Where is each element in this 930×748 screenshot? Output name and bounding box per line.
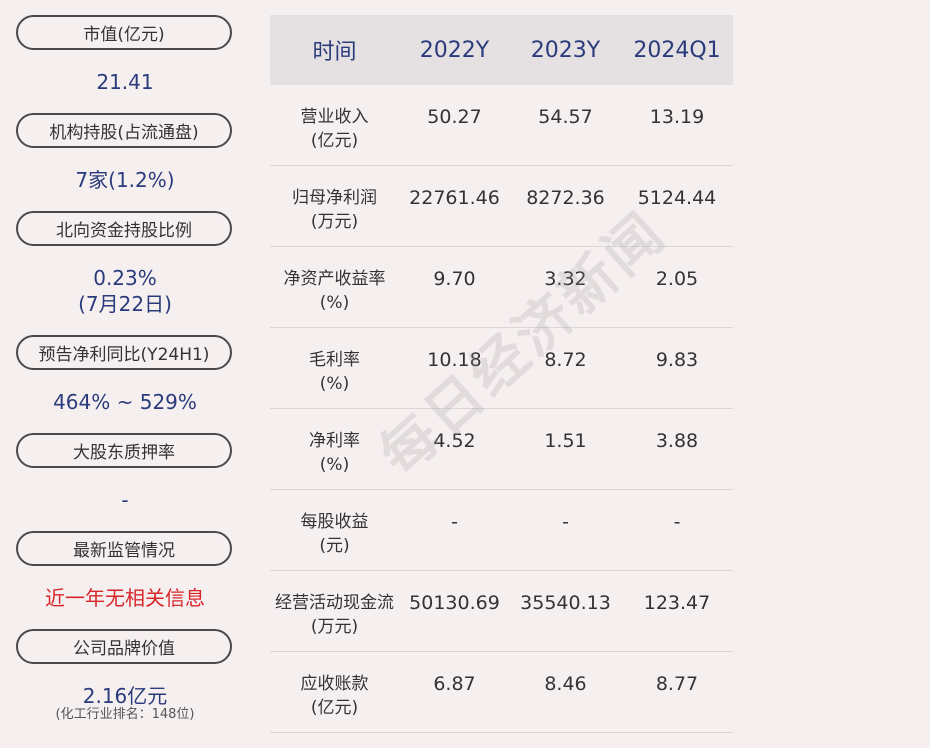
left-panel: 市值(亿元) 21.41 机构持股(占流通盘) 7家(1.2%) 北向资金持股比…: [0, 0, 250, 748]
table-row: 归母净利润 (万元) 22761.46 8272.36 5124.44: [270, 166, 733, 247]
row-label-unit: (亿元): [310, 131, 359, 151]
market-cap-pill: 市值(亿元): [16, 15, 232, 50]
row-label-name: 经营活动现金流: [275, 593, 394, 613]
row-label-unit: (元): [319, 536, 350, 556]
table-cell: 10.18: [427, 349, 482, 371]
row-label-unit: (亿元): [310, 698, 359, 718]
table-row: 经营活动现金流 (万元) 50130.69 35540.13 123.47: [270, 571, 733, 652]
row-label-name: 归母净利润: [292, 188, 377, 208]
northbound-pill: 北向资金持股比例: [16, 211, 232, 246]
table-cell: 1.51: [544, 430, 587, 452]
regulation-pill: 最新监管情况: [16, 531, 232, 566]
table-cell: -: [673, 511, 681, 533]
table-row: 毛利率 (%) 10.18 8.72 9.83: [270, 328, 733, 409]
table-cell: 4.52: [433, 430, 476, 452]
financial-table: 时间 2022Y 2023Y 2024Q1 营业收入 (亿元) 50.27 54.57…: [270, 15, 733, 733]
table-cell: 35540.13: [520, 592, 611, 614]
row-label-unit: (万元): [310, 617, 359, 637]
row-label: 毛利率 (%): [270, 328, 399, 396]
table-row: 应收账款 (亿元) 6.87 8.46 8.77: [270, 652, 733, 733]
brand-value-pill: 公司品牌价值: [16, 629, 232, 664]
table-cell: 2.05: [655, 268, 699, 290]
table-body: 营业收入 (亿元) 50.27 54.57 13.19 归母净利润 (万元) 22761.46…: [270, 85, 733, 733]
profit-forecast-pill: 预告净利同比(Y24H1): [16, 335, 232, 370]
institution-holding-pill: 机构持股(占流通盘): [16, 113, 232, 148]
brand-value-value: 2.16亿元: [82, 684, 168, 708]
row-label-unit: (%): [319, 455, 350, 475]
header-2024q1: 2024Q1: [633, 37, 721, 63]
table-cell: 50.27: [427, 106, 482, 128]
header-time: 时间: [312, 40, 357, 65]
table-cell: 13.19: [649, 106, 705, 128]
table-cell: 123.47: [643, 592, 711, 614]
row-label-name: 营业收入: [300, 107, 369, 127]
header-2023y: 2023Y: [530, 37, 601, 63]
regulation-value: 近一年无相关信息: [45, 586, 205, 610]
profit-forecast-value: 464% ~ 529%: [53, 390, 197, 414]
row-label-name: 每股收益: [300, 512, 369, 532]
table-cell: 8.77: [655, 673, 699, 695]
row-label-name: 净资产收益率: [283, 269, 386, 289]
row-label: 应收账款 (亿元): [270, 652, 399, 720]
row-label-name: 毛利率: [309, 350, 360, 370]
table-cell: 8.72: [544, 349, 587, 371]
row-label: 每股收益 (元): [270, 490, 399, 558]
table-cell: -: [451, 511, 458, 533]
table-row: 净资产收益率 (%) 9.70 3.32 2.05: [270, 247, 733, 328]
northbound-date: (7月22日): [78, 292, 172, 316]
row-label: 营业收入 (亿元): [270, 85, 399, 153]
row-label: 净利率 (%): [270, 409, 399, 477]
row-label-unit: (万元): [310, 212, 359, 232]
row-label: 净资产收益率 (%): [270, 247, 399, 315]
table-cell: 5124.44: [637, 187, 717, 209]
institution-holding-value: 7家(1.2%): [75, 168, 175, 192]
table-header: 时间 2022Y 2023Y 2024Q1: [270, 15, 733, 85]
table-cell: 22761.46: [409, 187, 500, 209]
table-cell: 50130.69: [409, 592, 500, 614]
brand-rank-note: (化工行业排名：148位): [55, 707, 195, 722]
table-cell: 9.70: [433, 268, 476, 290]
table-cell: 54.57: [538, 106, 593, 128]
table-row: 净利率 (%) 4.52 1.51 3.88: [270, 409, 733, 490]
table-cell: 3.32: [544, 268, 587, 290]
row-label-name: 应收账款: [300, 674, 369, 694]
pledge-ratio-value: -: [121, 488, 129, 512]
table-cell: 3.88: [655, 430, 699, 452]
table-row: 营业收入 (亿元) 50.27 54.57 13.19: [270, 85, 733, 166]
row-label-unit: (%): [319, 374, 350, 394]
pledge-ratio-pill: 大股东质押率: [16, 433, 232, 468]
table-cell: 8.46: [544, 673, 587, 695]
row-label-unit: (%): [319, 293, 350, 313]
table-row: 每股收益 (元) - - -: [270, 490, 733, 571]
table-cell: 9.83: [655, 349, 699, 371]
row-label: 归母净利润 (万元): [270, 166, 399, 234]
row-label: 经营活动现金流 (万元): [270, 571, 399, 639]
northbound-value: 0.23%: [93, 266, 157, 290]
header-2022y: 2022Y: [419, 37, 490, 63]
row-label-name: 净利率: [309, 431, 360, 451]
table-cell: 6.87: [433, 673, 476, 695]
table-cell: -: [562, 511, 569, 533]
table-cell: 8272.36: [526, 187, 605, 209]
market-cap-value: 21.41: [96, 70, 154, 94]
